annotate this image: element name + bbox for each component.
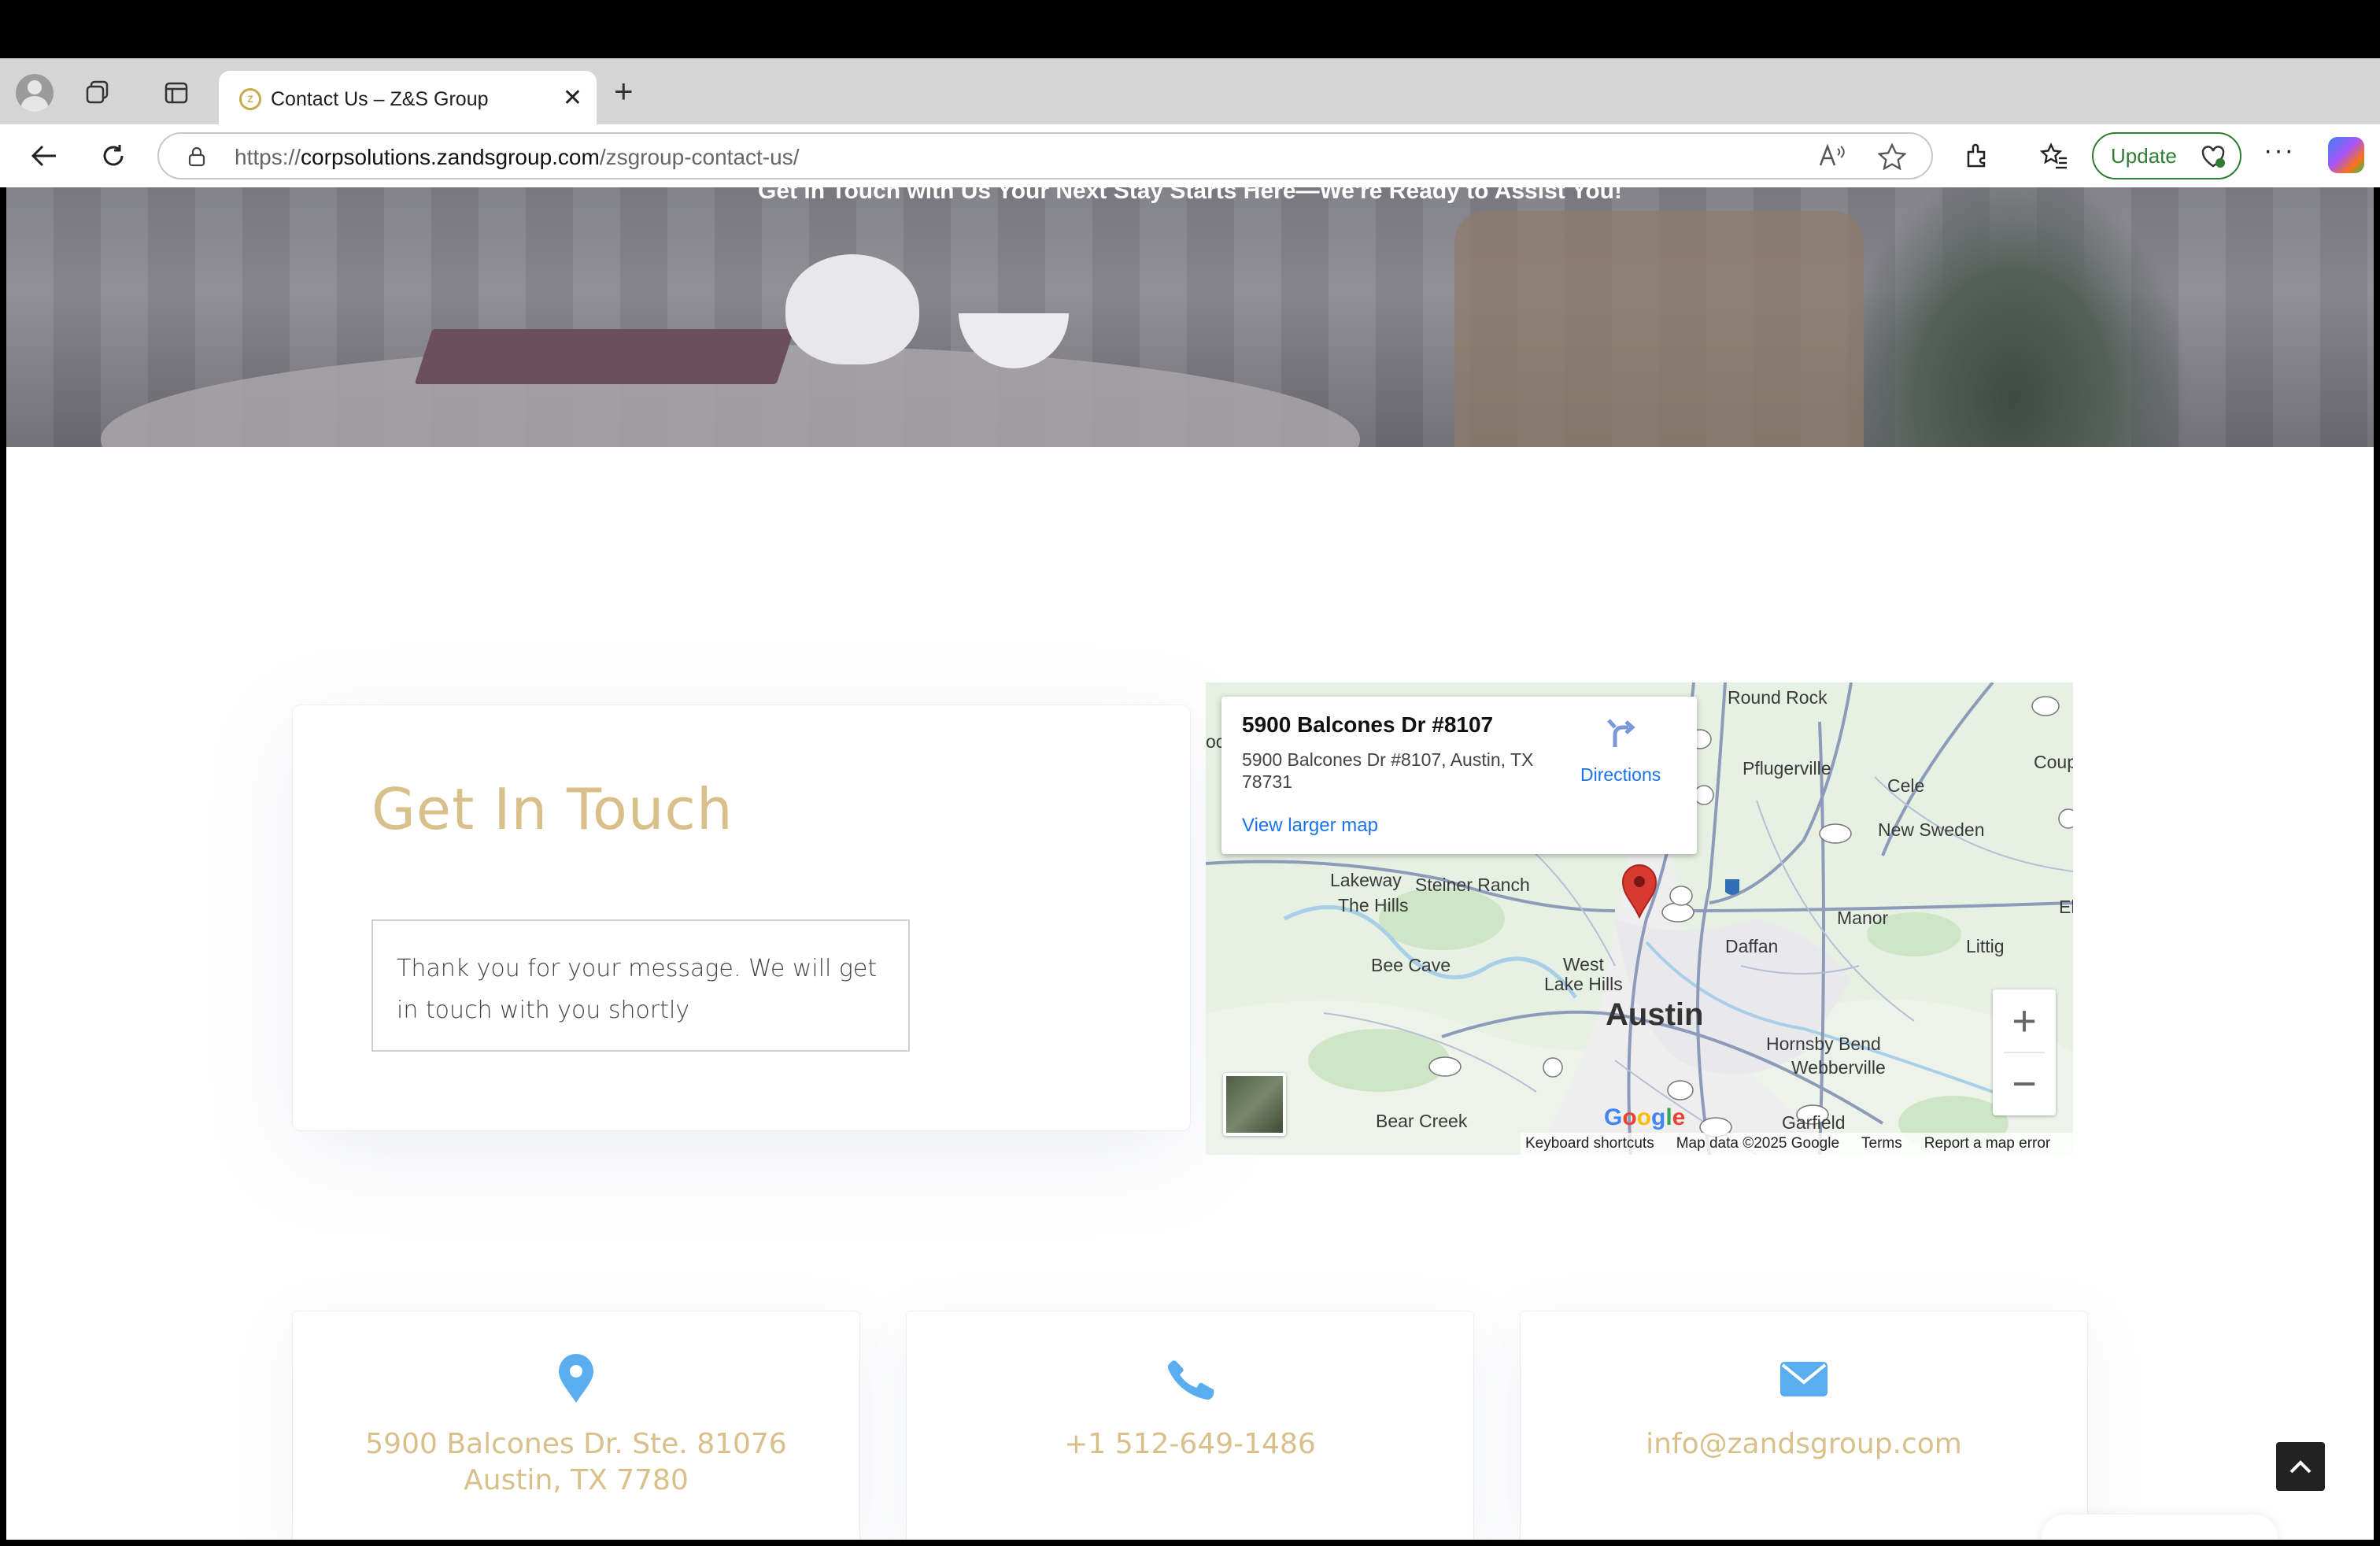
tab-contact-us[interactable]: Z Contact Us – Z&S Group ✕ bbox=[219, 71, 597, 124]
hero-banner: Get in Touch with Us Your Next Stay Star… bbox=[6, 187, 2374, 447]
workspaces-icon[interactable] bbox=[80, 76, 115, 110]
address-card: 5900 Balcones Dr. Ste. 81076 Austin, TX … bbox=[293, 1311, 859, 1540]
zoom-out-button[interactable]: − bbox=[1993, 1052, 2056, 1115]
map-label-manor: Manor bbox=[1837, 908, 1889, 928]
directions-link[interactable]: Directions bbox=[1580, 764, 1661, 786]
map-label-bee-cave: Bee Cave bbox=[1371, 955, 1451, 975]
close-tab-icon[interactable]: ✕ bbox=[563, 85, 582, 112]
map-label-new-sweden: New Sweden bbox=[1878, 819, 1985, 840]
satellite-toggle-button[interactable] bbox=[1223, 1073, 1286, 1136]
page-title: Get In Touch bbox=[371, 776, 734, 842]
vertical-tabs-icon[interactable] bbox=[159, 76, 194, 110]
reload-icon[interactable] bbox=[96, 139, 131, 173]
update-button[interactable]: Update bbox=[2092, 132, 2241, 179]
phone-number-link[interactable]: +1 512-649-1486 bbox=[907, 1426, 1473, 1463]
chat-widget-tab[interactable] bbox=[2042, 1515, 2278, 1540]
tab-strip: Z Contact Us – Z&S Group ✕ + bbox=[0, 58, 2380, 124]
map-label-coupland: Coupla bbox=[2034, 752, 2073, 772]
back-arrow-icon[interactable] bbox=[27, 139, 61, 173]
map-label-the-hills: The Hills bbox=[1338, 895, 1409, 915]
map-zoom-control: + − bbox=[1993, 989, 2056, 1115]
map-label-hornsby-bend: Hornsby Bend bbox=[1766, 1034, 1881, 1054]
read-aloud-icon[interactable] bbox=[1818, 143, 1846, 175]
keyboard-shortcuts-link[interactable]: Keyboard shortcuts bbox=[1525, 1135, 1654, 1152]
place-title: 5900 Balcones Dr #8107 bbox=[1242, 712, 1494, 737]
map-label-austin: Austin bbox=[1606, 997, 1704, 1032]
address-text: 5900 Balcones Dr. Ste. 81076 Austin, TX … bbox=[365, 1428, 787, 1496]
page-viewport: Get in Touch with Us Your Next Stay Star… bbox=[6, 187, 2374, 1540]
email-card: info@zandsgroup.com bbox=[1521, 1311, 2087, 1540]
map-label-steiner-ranch: Steiner Ranch bbox=[1415, 875, 1530, 895]
map-label-west-lake-hills: West Lake Hills bbox=[1544, 954, 1623, 994]
email-link[interactable]: info@zandsgroup.com bbox=[1521, 1426, 2087, 1463]
map-attribution-bar: Keyboard shortcuts Map data ©2025 Google… bbox=[1521, 1133, 2073, 1155]
map-data-text: Map data ©2025 Google bbox=[1676, 1135, 1840, 1152]
phone-card: +1 512-649-1486 bbox=[907, 1311, 1473, 1540]
map-label-pflugerville: Pflugerville bbox=[1743, 758, 1831, 779]
map-label-daffan: Daffan bbox=[1725, 936, 1779, 956]
map-label-garfield: Garfield bbox=[1782, 1112, 1846, 1133]
map-pin-icon bbox=[559, 1354, 593, 1403]
phone-icon bbox=[1167, 1360, 1214, 1400]
map-label-bear-creek: Bear Creek bbox=[1376, 1111, 1468, 1131]
copilot-icon[interactable] bbox=[2328, 137, 2364, 173]
new-tab-icon[interactable]: + bbox=[614, 74, 634, 109]
chevron-up-icon bbox=[2289, 1460, 2312, 1474]
directions-icon[interactable] bbox=[1604, 717, 1635, 749]
map-label-lakeway: Lakeway bbox=[1330, 870, 1402, 890]
site-favicon-icon: Z bbox=[239, 88, 261, 110]
extensions-icon[interactable] bbox=[1960, 139, 1994, 173]
form-confirmation-message: Thank you for your message. We will get … bbox=[371, 919, 910, 1052]
view-larger-map-link[interactable]: View larger map bbox=[1242, 815, 1378, 837]
terms-link[interactable]: Terms bbox=[1861, 1135, 1902, 1152]
map-place-card: 5900 Balcones Dr #8107 5900 Balcones Dr … bbox=[1221, 697, 1697, 854]
favorite-star-icon[interactable] bbox=[1877, 142, 1907, 176]
map-label-webberville: Webberville bbox=[1791, 1057, 1886, 1078]
profile-avatar-icon[interactable] bbox=[16, 74, 54, 112]
browser-window: Z Contact Us – Z&S Group ✕ + https://cor… bbox=[0, 0, 2380, 1546]
map-label-cele: Cele bbox=[1887, 775, 1925, 796]
map-pin-marker-icon[interactable] bbox=[1621, 864, 1658, 919]
screen-bezel bbox=[0, 0, 2380, 58]
map-label-round-rock: Round Rock bbox=[1728, 687, 1828, 708]
back-to-top-button[interactable] bbox=[2276, 1442, 2325, 1491]
google-logo: Google bbox=[1604, 1104, 1686, 1130]
contact-card: Get In Touch Thank you for your message.… bbox=[293, 705, 1190, 1130]
hero-tagline: Get in Touch with Us Your Next Stay Star… bbox=[758, 187, 1622, 204]
place-address: 5900 Balcones Dr #8107, Austin, TX 78731 bbox=[1242, 749, 1534, 792]
zoom-in-button[interactable]: + bbox=[1993, 989, 2056, 1052]
tab-title: Contact Us – Z&S Group bbox=[271, 88, 489, 110]
update-label: Update bbox=[2111, 143, 2177, 168]
map-label-littig: Littig bbox=[1966, 936, 2005, 956]
url-text[interactable]: https://corpsolutions.zandsgroup.com/zsg… bbox=[235, 145, 799, 170]
address-bar[interactable]: https://corpsolutions.zandsgroup.com/zsg… bbox=[157, 132, 1933, 179]
browser-toolbar: https://corpsolutions.zandsgroup.com/zsg… bbox=[0, 124, 2380, 187]
report-map-error-link[interactable]: Report a map error bbox=[1924, 1135, 2051, 1152]
envelope-icon bbox=[1780, 1362, 1828, 1396]
map-label-edge-right: El bbox=[2059, 897, 2073, 917]
embedded-map[interactable]: Round Rock oc Pflugerville Cele Coupla N… bbox=[1206, 682, 2073, 1155]
more-options-icon[interactable]: ··· bbox=[2264, 135, 2295, 166]
update-heart-icon bbox=[2201, 146, 2225, 168]
favorites-icon[interactable] bbox=[2037, 139, 2071, 173]
lock-icon[interactable] bbox=[187, 146, 206, 167]
